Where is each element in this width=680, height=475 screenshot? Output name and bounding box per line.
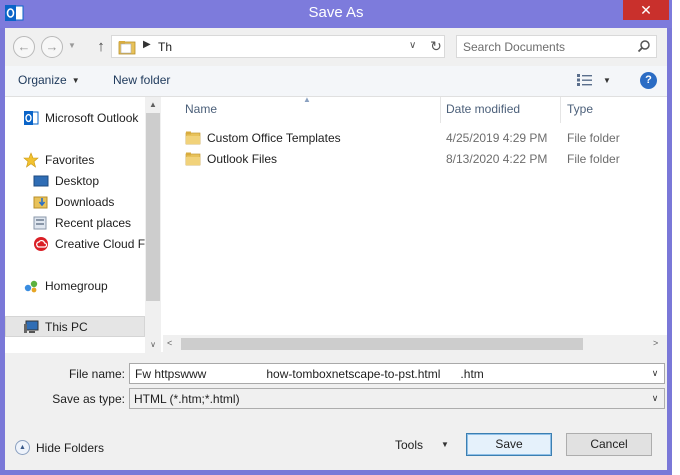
file-type: File folder [567,131,620,145]
column-header-type[interactable]: Type [567,102,593,116]
path-separator-icon[interactable]: ▶ [143,39,151,50]
nav-item-label: Desktop [55,174,100,188]
creative-cloud-icon [33,236,49,252]
search-input[interactable] [461,38,631,55]
scrollbar-thumb[interactable] [146,113,160,301]
homegroup-icon [23,278,39,294]
save-as-type-label: Save as type: [52,392,125,406]
column-divider[interactable] [560,97,561,123]
command-toolbar: Organize ▼ New folder ▼ ? [5,66,667,96]
nav-item-label: Microsoft Outlook [45,111,139,125]
scroll-down-icon[interactable]: ∨ [145,337,161,353]
file-row[interactable]: Outlook Files 8/13/2020 4:22 PM File fol… [163,149,667,169]
star-icon [23,152,39,168]
browser-area: Microsoft Outlook Favorites Desktop Down… [5,95,667,353]
nav-item-label: Downloads [55,195,115,209]
background-page [672,0,680,475]
file-name: Custom Office Templates [207,131,341,145]
file-name-input[interactable] [133,365,653,382]
up-button[interactable]: ↑ [93,36,109,58]
file-date: 8/13/2020 4:22 PM [446,152,548,166]
chevron-down-icon: ▼ [71,76,80,85]
hide-folders-label: Hide Folders [36,441,105,455]
window-title: Save As [308,4,364,21]
save-as-type-dropdown-icon[interactable]: ∨ [646,389,664,408]
view-options-icon[interactable] [577,74,593,89]
scroll-left-icon[interactable]: < [167,338,172,348]
file-list: ▲ Name Date modified Type Custom Office … [163,95,667,353]
view-dropdown-icon[interactable]: ▼ [603,76,611,85]
title-bar[interactable]: Save As ✕ [0,0,672,28]
refresh-button[interactable]: ↻ [428,38,444,55]
downloads-icon [33,194,49,210]
file-name-label: File name: [68,367,125,381]
search-box[interactable] [456,35,657,58]
column-divider[interactable] [440,97,441,123]
close-button[interactable]: ✕ [623,0,669,20]
back-button[interactable]: ← [13,36,35,58]
address-bar[interactable]: ▶ Th ∨ ↻ [111,35,445,58]
computer-icon [23,319,39,335]
scrollbar-thumb[interactable] [181,338,583,350]
recent-locations-dropdown[interactable]: ▼ [65,36,79,58]
nav-item-label: Creative Cloud Fi [55,237,148,251]
chevron-up-icon: ▲ [15,440,30,455]
save-button[interactable]: Save [466,433,552,456]
file-name-dropdown-icon[interactable]: ∨ [646,364,664,383]
file-type: File folder [567,152,620,166]
search-icon[interactable] [637,39,651,56]
folder-icon [185,130,201,148]
organize-label: Organize [18,73,67,87]
help-icon[interactable]: ? [640,72,657,89]
nav-item-label: This PC [45,320,88,334]
tools-button[interactable]: Tools [395,438,423,452]
file-date: 4/25/2019 4:29 PM [446,131,548,145]
nav-item-label: Homegroup [45,279,108,293]
organize-button[interactable]: Organize ▼ [18,73,80,87]
sort-ascending-icon: ▲ [303,95,311,104]
nav-pane-scrollbar[interactable]: ▲ ∨ [145,97,161,353]
new-folder-button[interactable]: New folder [113,73,170,87]
scroll-right-icon[interactable]: > [653,338,658,348]
forward-button[interactable]: → [41,36,63,58]
file-name: Outlook Files [207,152,278,166]
column-header-name[interactable]: Name [185,102,217,116]
recent-places-icon [33,215,49,231]
column-header-date-modified[interactable]: Date modified [446,102,520,116]
folder-icon [118,40,136,58]
save-as-dialog: Save As ✕ ← → ▼ ↑ ▶ Th ∨ ↻ Search Docume… [0,0,672,475]
dialog-body: ← → ▼ ↑ ▶ Th ∨ ↻ Search Documents Organi… [5,28,667,470]
scroll-up-icon[interactable]: ▲ [145,97,161,113]
save-as-type-value: HTML (*.htm;*.html) [134,392,240,406]
horizontal-scrollbar[interactable]: < > [163,335,667,353]
breadcrumb-current[interactable]: Th [158,40,172,54]
cancel-button[interactable]: Cancel [566,433,652,456]
tools-dropdown-icon[interactable]: ▼ [441,440,449,449]
navigation-pane: Microsoft Outlook Favorites Desktop Down… [5,97,161,353]
save-as-type-select[interactable]: HTML (*.htm;*.html) ∨ [129,388,665,409]
file-name-field[interactable]: ∨ [129,363,665,384]
nav-item-label: Favorites [45,153,95,167]
address-dropdown-icon[interactable]: ∨ [409,40,416,51]
dialog-footer: ▲ Hide Folders Tools ▼ Save Cancel [5,423,667,470]
outlook-icon [23,110,39,126]
nav-item-label: Recent places [55,216,132,230]
desktop-icon [33,173,49,189]
folder-icon [185,151,201,169]
file-row[interactable]: Custom Office Templates 4/25/2019 4:29 P… [163,128,667,148]
